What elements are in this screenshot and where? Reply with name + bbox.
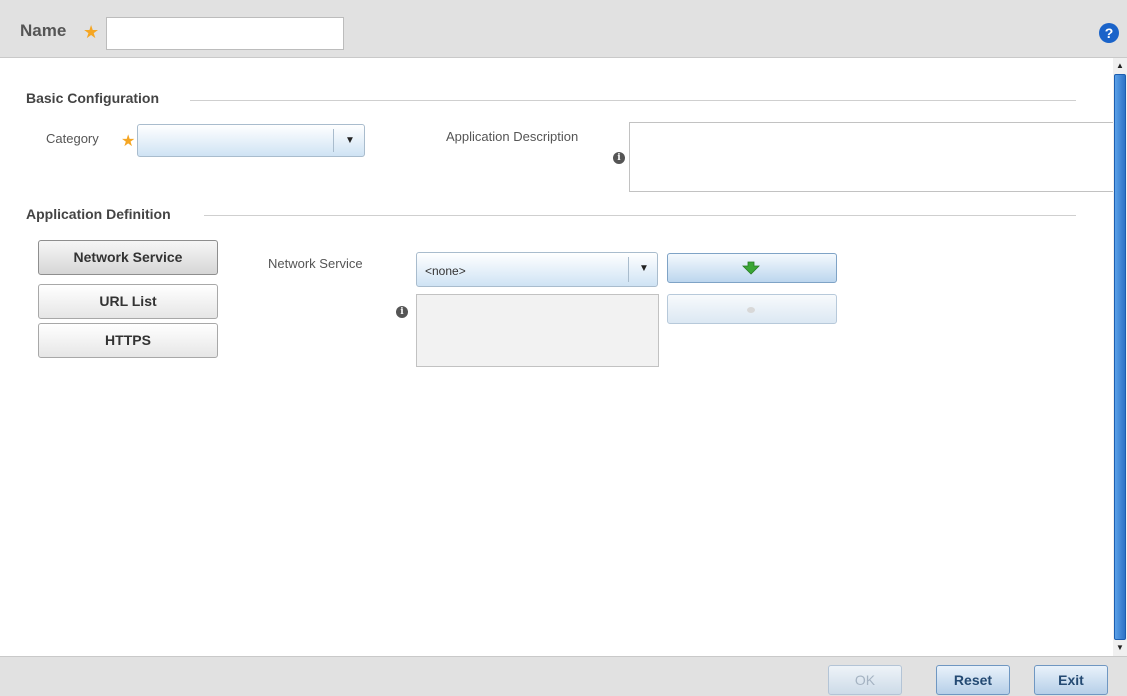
dropdown-arrow-icon: ▼ <box>345 135 355 146</box>
reset-button[interactable]: Reset <box>936 665 1010 695</box>
add-service-button[interactable] <box>667 253 837 283</box>
application-definition-title: Application Definition <box>26 206 171 222</box>
footer-bar: OK Reset Exit <box>0 656 1127 696</box>
dropdown-arrow-icon: ▼ <box>639 263 649 274</box>
select-divider <box>333 129 334 152</box>
category-select[interactable]: ▼ <box>137 124 365 157</box>
required-star-icon: ★ <box>121 133 136 150</box>
required-star-icon: ★ <box>83 22 100 42</box>
basic-configuration-title: Basic Configuration <box>26 90 160 106</box>
network-service-value: <none> <box>425 264 466 278</box>
network-service-list[interactable] <box>416 294 659 367</box>
tab-https[interactable]: HTTPS <box>38 323 218 358</box>
application-description-label: Application Description <box>446 129 579 144</box>
name-label: Name <box>20 21 67 40</box>
vertical-scrollbar[interactable]: ▲ ▼ <box>1113 58 1127 656</box>
help-icon[interactable]: ? <box>1099 23 1119 43</box>
section-divider <box>204 215 1076 216</box>
ok-button[interactable]: OK <box>828 665 902 695</box>
add-arrow-icon <box>742 261 760 275</box>
exit-button[interactable]: Exit <box>1034 665 1108 695</box>
network-service-select[interactable]: <none> ▼ <box>416 252 658 287</box>
section-divider <box>190 100 1076 101</box>
category-label: Category <box>46 131 99 146</box>
tab-network-service[interactable]: Network Service <box>38 240 218 275</box>
name-input[interactable] <box>106 17 344 50</box>
network-service-label: Network Service <box>268 256 363 271</box>
tab-url-list[interactable]: URL List <box>38 284 218 319</box>
application-description-textarea[interactable] <box>629 122 1115 192</box>
info-icon: i <box>396 306 408 318</box>
scroll-down-icon[interactable]: ▼ <box>1114 642 1126 654</box>
select-divider <box>628 257 629 282</box>
remove-dot-icon <box>747 307 755 313</box>
header-bar: Name ★ ? <box>0 0 1127 58</box>
info-icon: i <box>613 152 625 164</box>
scroll-thumb[interactable] <box>1114 74 1126 640</box>
remove-service-button[interactable] <box>667 294 837 324</box>
scroll-up-icon[interactable]: ▲ <box>1114 60 1126 72</box>
